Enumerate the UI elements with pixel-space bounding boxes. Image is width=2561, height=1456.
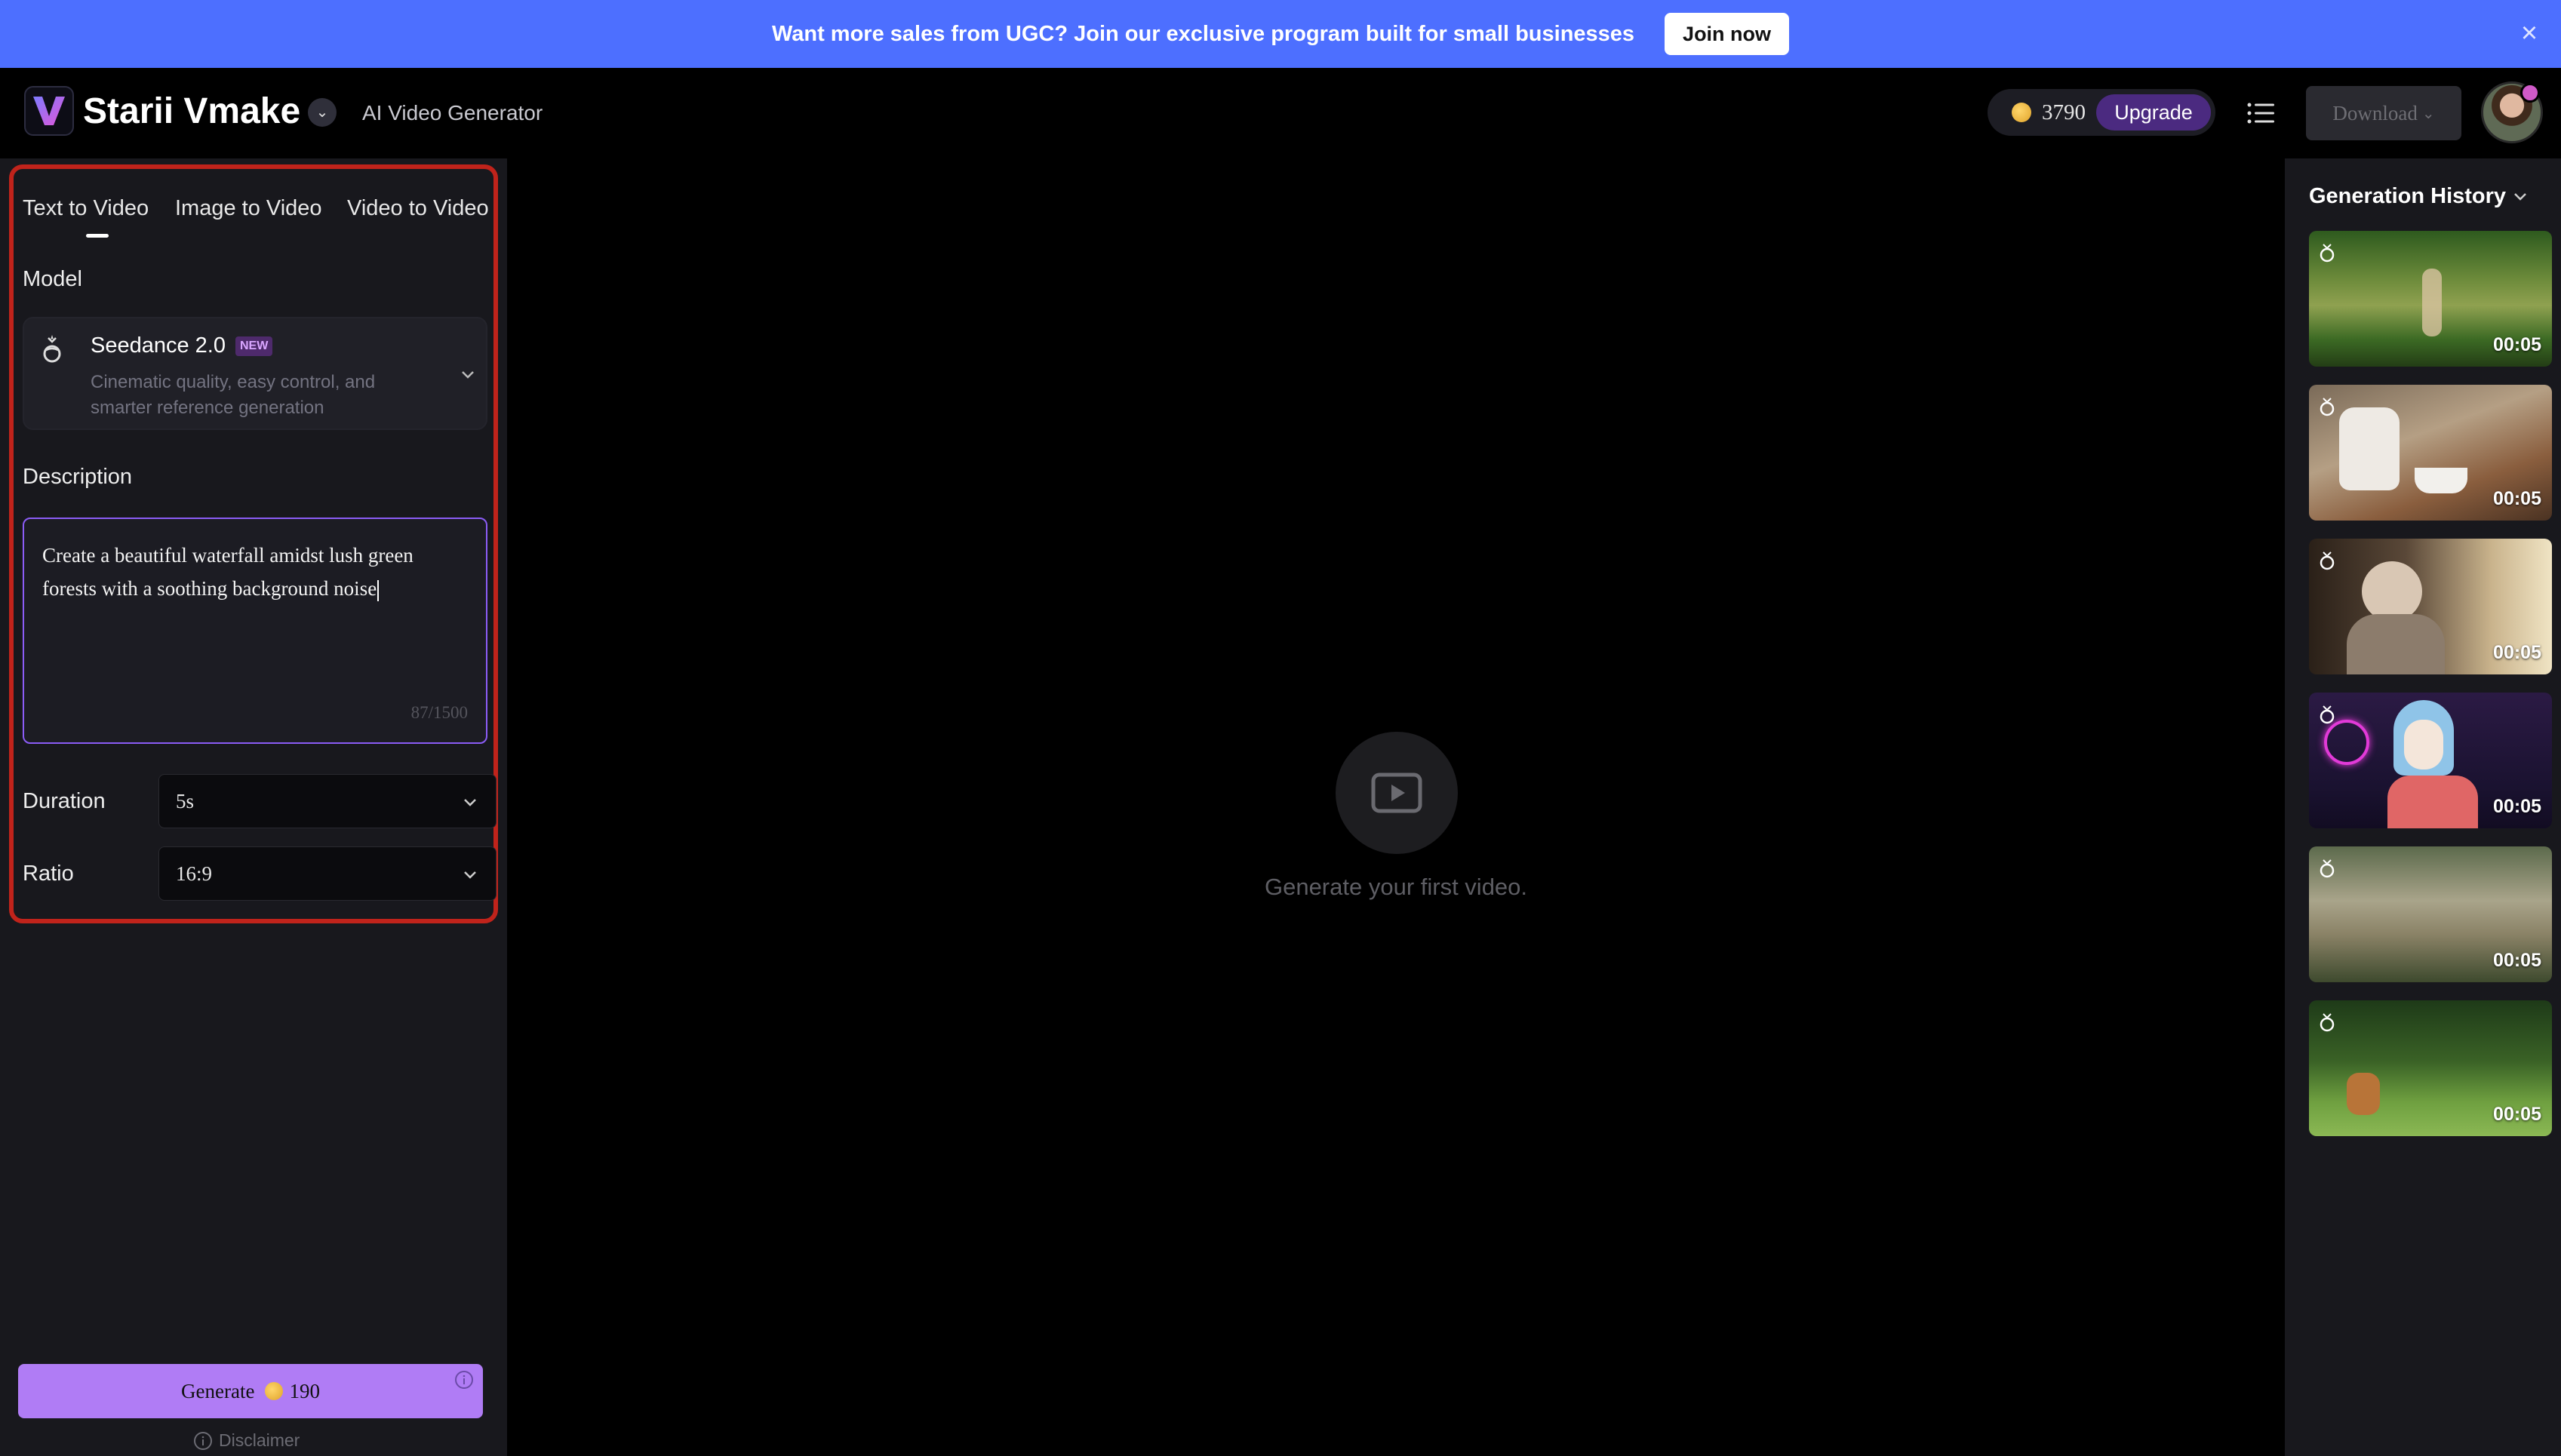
download-button[interactable]: Download ⌄: [2306, 86, 2461, 140]
top-header: Starii Vmake ⌄ AI Video Generator 3790 U…: [0, 68, 2561, 158]
thumb-duration: 00:05: [2493, 1104, 2541, 1125]
char-count: 87/1500: [410, 703, 468, 722]
history-item-forest[interactable]: 00:05: [2309, 231, 2552, 367]
app-name[interactable]: Starii Vmake: [83, 91, 300, 132]
download-label: Download: [2332, 101, 2418, 124]
model-label: Model: [23, 267, 82, 291]
disclaimer-link[interactable]: Disclaimer: [193, 1430, 300, 1451]
empty-state-text: Generate your first video.: [1264, 874, 1528, 900]
seedance-icon: [2320, 551, 2335, 570]
history-title[interactable]: Generation History: [2309, 184, 2506, 209]
history-item-grass[interactable]: 00:05: [2309, 846, 2552, 982]
thumb-duration: 00:05: [2493, 488, 2541, 509]
generate-cost: 190: [289, 1379, 320, 1402]
settings-highlight: Text to Video Image to Video Video to Vi…: [9, 164, 498, 923]
thumb-duration: 00:05: [2493, 334, 2541, 355]
thumb-duration: 00:05: [2493, 642, 2541, 663]
banner-text: Want more sales from UGC? Join our exclu…: [771, 21, 1635, 46]
settings-panel: Text to Video Image to Video Video to Vi…: [0, 158, 507, 1456]
seedance-icon: [2320, 705, 2335, 724]
coin-icon: [265, 1382, 284, 1400]
ratio-select[interactable]: 16:9: [158, 846, 497, 901]
list-icon[interactable]: [2246, 101, 2276, 125]
credits-count: 3790: [2042, 100, 2086, 124]
duration-value: 5s: [176, 790, 195, 812]
preview-area: Generate your first video.: [507, 158, 2285, 1456]
seedance-icon: [43, 335, 61, 363]
chevron-down-icon: [464, 799, 476, 806]
thumb-duration: 00:05: [2493, 796, 2541, 817]
description-input[interactable]: Create a beautiful waterfall amidst lush…: [23, 518, 487, 744]
generate-label: Generate: [181, 1379, 255, 1402]
thumb-duration: 00:05: [2493, 950, 2541, 971]
upgrade-button[interactable]: Upgrade: [2096, 94, 2211, 131]
info-icon: [194, 1431, 212, 1450]
seedance-icon: [2320, 244, 2335, 263]
tab-image-to-video[interactable]: Image to Video: [175, 196, 322, 221]
tab-video-to-video[interactable]: Video to Video: [347, 196, 489, 221]
disclaimer-label: Disclaimer: [219, 1430, 300, 1450]
chevron-down-icon[interactable]: ⌄: [308, 98, 337, 127]
description-text[interactable]: Create a beautiful waterfall amidst lush…: [42, 539, 465, 605]
duration-select[interactable]: 5s: [158, 774, 497, 828]
model-selector[interactable]: Seedance 2.0 NEW Cinematic quality, easy…: [23, 317, 487, 430]
chevron-down-icon: [462, 371, 474, 379]
notification-badge: [2520, 83, 2540, 103]
app-logo-icon[interactable]: [24, 86, 74, 136]
close-icon[interactable]: ×: [2513, 17, 2546, 50]
new-badge: NEW: [235, 336, 273, 356]
duration-label: Duration: [23, 789, 106, 813]
history-item-woman[interactable]: 00:05: [2309, 539, 2552, 674]
coin-icon: [2012, 103, 2031, 122]
chevron-down-icon: [464, 871, 476, 879]
text-caret: [377, 579, 380, 601]
seedance-icon: [2320, 1013, 2335, 1032]
generate-button[interactable]: Generate 190: [18, 1364, 483, 1418]
ratio-value: 16:9: [176, 862, 213, 885]
chevron-down-icon: ⌄: [2421, 105, 2435, 122]
tab-text-to-video[interactable]: Text to Video: [23, 196, 149, 221]
model-description: Cinematic quality, easy control, and sma…: [91, 372, 376, 418]
seedance-icon: [2320, 398, 2335, 416]
model-name: Seedance 2.0: [91, 333, 226, 358]
info-icon[interactable]: [454, 1370, 474, 1390]
history-item-cat[interactable]: 00:05: [2309, 1000, 2552, 1136]
ratio-label: Ratio: [23, 862, 74, 886]
seedance-icon: [2320, 859, 2335, 878]
active-tab-indicator: [86, 234, 109, 238]
promo-banner: Want more sales from UGC? Join our exclu…: [0, 0, 2561, 68]
description-label: Description: [23, 465, 133, 489]
history-panel: Generation History 00:05 00:05 00:05 00:…: [2285, 158, 2561, 1456]
history-item-cartoon[interactable]: 00:05: [2309, 693, 2552, 828]
credits-pill[interactable]: 3790 Upgrade: [1988, 89, 2215, 136]
history-item-tea[interactable]: 00:05: [2309, 385, 2552, 521]
join-now-button[interactable]: Join now: [1665, 13, 1790, 55]
app-subtitle: AI Video Generator: [362, 101, 543, 124]
chevron-down-icon[interactable]: [2511, 187, 2529, 205]
play-video-icon: [1336, 732, 1458, 854]
